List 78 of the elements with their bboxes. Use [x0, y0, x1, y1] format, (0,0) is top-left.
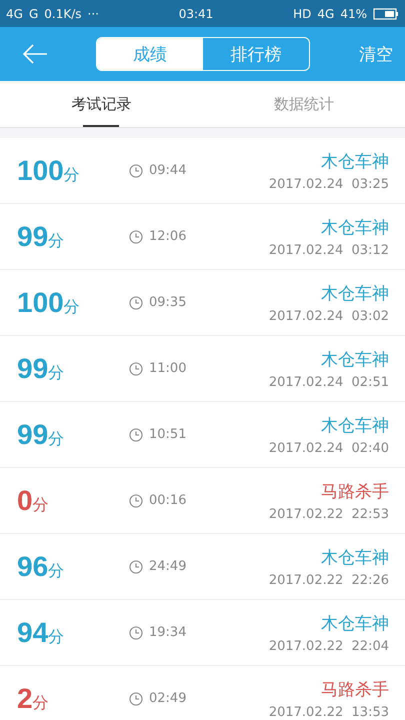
record-row[interactable]: 99分 11:00 木仓车神 2017.02.24 02:51	[0, 336, 405, 402]
duration: 00:16	[149, 493, 186, 508]
back-icon[interactable]	[22, 44, 48, 64]
rank-title: 马路杀手	[321, 480, 389, 502]
date: 2017.02.24 02:40	[268, 440, 389, 456]
status-text: G	[28, 6, 38, 20]
score-unit: 分	[48, 560, 64, 582]
record-row[interactable]: 100分 09:44 木仓车神 2017.02.24 03:25	[0, 138, 405, 204]
status-text: 41%	[340, 6, 367, 20]
date: 2017.02.22 22:04	[268, 638, 389, 654]
score-unit: 分	[48, 428, 64, 450]
date: 2017.02.22 22:26	[268, 572, 389, 588]
date: 2017.02.24 03:12	[268, 242, 389, 258]
rank-title: 木仓车神	[321, 150, 389, 172]
clock-icon	[129, 362, 143, 376]
score: 99	[17, 220, 48, 252]
rank-title: 木仓车神	[321, 282, 389, 304]
score-unit: 分	[48, 362, 64, 384]
rank-title: 木仓车神	[321, 546, 389, 568]
date: 2017.02.24 03:25	[268, 176, 389, 192]
score-unit: 分	[48, 230, 64, 252]
rank-title: 木仓车神	[321, 216, 389, 238]
duration: 02:49	[149, 691, 186, 706]
segment-tab[interactable]: 排行榜	[203, 38, 309, 70]
record-row[interactable]: 96分 24:49 木仓车神 2017.02.22 22:26	[0, 534, 405, 600]
tab[interactable]: 考试记录	[0, 81, 202, 127]
score: 96	[17, 550, 48, 582]
status-text: 4G	[317, 6, 334, 20]
duration: 11:00	[149, 361, 186, 376]
score-unit: 分	[32, 494, 49, 516]
record-row[interactable]: 2分 02:49 马路杀手 2017.02.22 13:53	[0, 666, 405, 720]
score-unit: 分	[48, 626, 64, 648]
score-unit: 分	[64, 296, 80, 318]
duration: 12:06	[149, 229, 186, 244]
date: 2017.02.22 22:53	[268, 506, 389, 522]
score: 94	[17, 616, 48, 648]
score: 0	[17, 484, 33, 516]
rank-title: 马路杀手	[321, 678, 389, 700]
clear-button[interactable]: 清空	[359, 42, 393, 66]
score: 2	[17, 682, 33, 714]
duration: 19:34	[149, 625, 186, 640]
duration: 24:49	[149, 559, 186, 574]
clock-icon	[129, 164, 143, 178]
score: 99	[17, 418, 48, 450]
clock-icon	[129, 296, 143, 310]
score: 100	[17, 286, 64, 318]
score-unit: 分	[64, 164, 80, 186]
status-text: ···	[88, 6, 99, 20]
score: 99	[17, 352, 48, 384]
record-row[interactable]: 94分 19:34 木仓车神 2017.02.22 22:04	[0, 600, 405, 666]
clock: 03:41	[178, 6, 214, 20]
duration: 09:35	[149, 295, 186, 310]
record-row[interactable]: 99分 12:06 木仓车神 2017.02.24 03:12	[0, 204, 405, 270]
rank-title: 木仓车神	[321, 348, 389, 370]
date: 2017.02.22 13:53	[268, 704, 389, 720]
score-unit: 分	[32, 692, 49, 714]
date: 2017.02.24 03:02	[268, 308, 389, 324]
clock-icon	[129, 626, 143, 640]
record-row[interactable]: 100分 09:35 木仓车神 2017.02.24 03:02	[0, 270, 405, 336]
battery-icon	[372, 8, 399, 20]
score: 100	[17, 154, 64, 186]
clock-icon	[129, 230, 143, 244]
segment-tab[interactable]: 成绩	[97, 38, 203, 70]
status-text: 4G	[6, 6, 23, 20]
record-row[interactable]: 0分 00:16 马路杀手 2017.02.22 22:53	[0, 468, 405, 534]
clock-icon	[129, 692, 143, 706]
status-text: HD	[293, 6, 312, 20]
status-text: 0.1K/s	[44, 6, 82, 20]
clock-icon	[129, 560, 143, 574]
clock-icon	[129, 428, 143, 442]
rank-title: 木仓车神	[321, 612, 389, 634]
rank-title: 木仓车神	[321, 414, 389, 436]
tab[interactable]: 数据统计	[202, 81, 405, 127]
duration: 10:51	[149, 427, 186, 442]
record-row[interactable]: 99分 10:51 木仓车神 2017.02.24 02:40	[0, 402, 405, 468]
date: 2017.02.24 02:51	[268, 374, 389, 390]
clock-icon	[129, 494, 143, 508]
duration: 09:44	[149, 163, 186, 178]
